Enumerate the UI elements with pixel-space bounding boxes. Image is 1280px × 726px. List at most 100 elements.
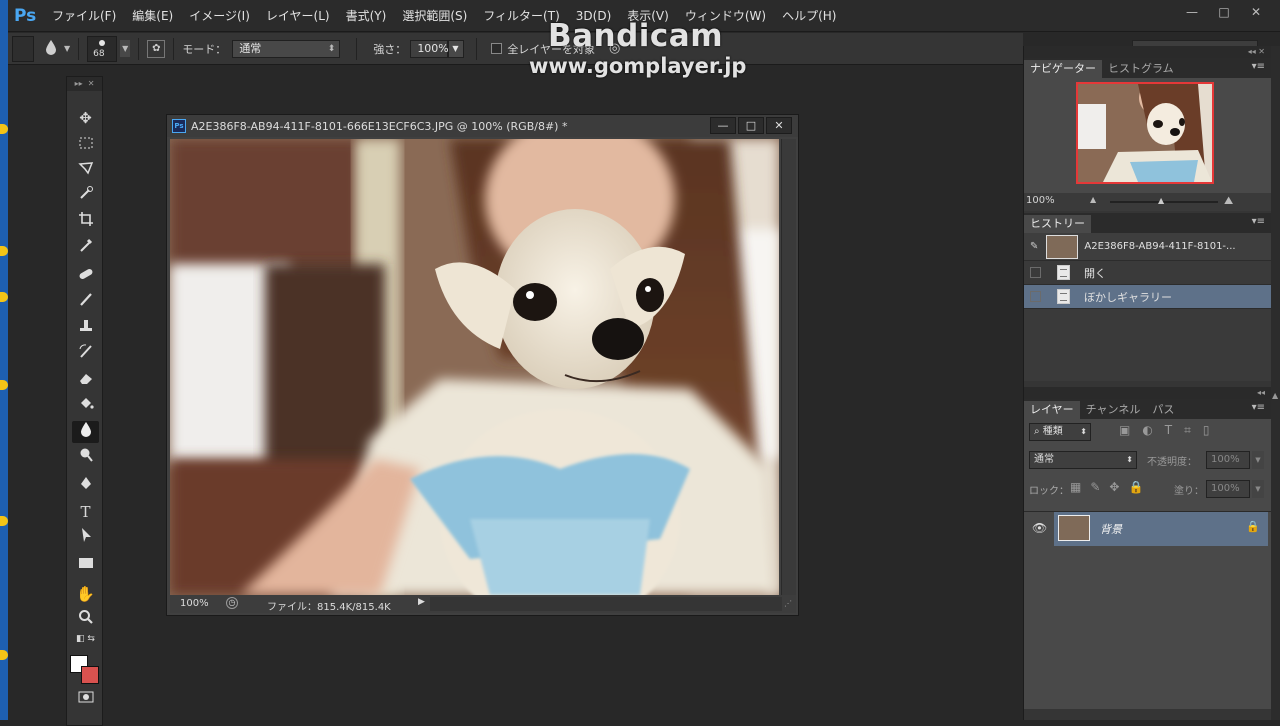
maximize-button[interactable]: □ — [1208, 3, 1240, 21]
doc-maximize-button[interactable]: □ — [738, 117, 764, 134]
menu-type[interactable]: 書式(Y) — [338, 7, 395, 24]
dodge-tool-icon[interactable] — [72, 447, 99, 469]
lasso-tool-icon[interactable] — [72, 159, 99, 181]
history-brush-source-box[interactable] — [1030, 291, 1041, 302]
path-selection-tool-icon[interactable] — [72, 527, 99, 549]
type-tool-icon[interactable]: T — [72, 501, 99, 523]
quick-mask-icon[interactable] — [72, 687, 99, 709]
eraser-tool-icon[interactable] — [72, 369, 99, 391]
brush-tool-icon[interactable] — [72, 291, 99, 313]
history-item[interactable]: 開く — [1024, 261, 1271, 285]
blur-tool-preset-icon[interactable] — [44, 39, 58, 59]
clone-stamp-tool-icon[interactable] — [72, 317, 99, 339]
doc-minimize-button[interactable]: — — [710, 117, 736, 134]
opacity-dropdown-arrow[interactable]: ▼ — [1252, 451, 1264, 469]
history-item-label: ぼかしギャラリー — [1084, 290, 1172, 304]
document-titlebar[interactable]: Ps A2E386F8-AB94-411F-8101-666E13ECF6C3.… — [167, 115, 798, 137]
history-brush-source-icon[interactable]: ✎ — [1030, 241, 1038, 252]
menu-layer[interactable]: レイヤー(L) — [258, 7, 338, 24]
lock-icons[interactable]: ▦✎✥🔒 — [1070, 480, 1152, 494]
layer-filter-icons[interactable]: ▣◐T⌗▯ — [1119, 423, 1222, 438]
history-brush-source-box[interactable] — [1030, 267, 1041, 278]
tab-navigator[interactable]: ナビゲーター — [1024, 60, 1102, 78]
quick-selection-tool-icon[interactable] — [72, 185, 99, 207]
history-snapshot-row[interactable]: ✎ A2E386F8-AB94-411F-8101-... — [1024, 233, 1271, 261]
layer-filter-select[interactable]: ⌕ 種類 ⬍ — [1029, 423, 1091, 441]
zoom-in-icon[interactable]: ⛰ — [1224, 194, 1233, 208]
crop-tool-icon[interactable] — [72, 211, 99, 233]
pen-tool-icon[interactable] — [72, 475, 99, 497]
opacity-label: 不透明度： — [1147, 457, 1197, 468]
brush-size-picker[interactable]: 68 — [87, 35, 118, 62]
mode-select[interactable]: 通常 ⬍ — [232, 39, 341, 58]
lock-label: ロック： — [1029, 486, 1069, 497]
scroll-up-icon[interactable]: ▲ — [1272, 391, 1278, 400]
brush-size-value: 68 — [93, 48, 105, 59]
strength-input[interactable]: 100% — [410, 39, 449, 58]
toolbox-header[interactable]: ▸▸ ✕ — [67, 77, 102, 91]
brush-size-dropdown-arrow[interactable]: ▼ — [120, 40, 131, 57]
paint-bucket-tool-icon[interactable] — [72, 395, 99, 417]
menu-image[interactable]: イメージ(I) — [181, 7, 258, 24]
menu-select[interactable]: 選択範囲(S) — [394, 7, 475, 24]
fill-dropdown-arrow[interactable]: ▼ — [1252, 480, 1264, 498]
history-brush-tool-icon[interactable] — [72, 343, 99, 365]
opacity-input[interactable]: 100% — [1206, 451, 1250, 469]
rectangle-tool-icon[interactable] — [72, 553, 99, 575]
fill-input[interactable]: 100% — [1206, 480, 1250, 498]
brush-panel-toggle-icon[interactable]: ✿ — [147, 39, 166, 58]
tab-histogram[interactable]: ヒストグラム — [1102, 60, 1180, 78]
marquee-tool-icon[interactable] — [72, 133, 99, 155]
default-colors-icon[interactable]: ◧ ⇆ — [72, 633, 99, 645]
layers-tabs: レイヤー チャンネル パス ▾≡ — [1024, 399, 1271, 419]
chevron-updown-icon: ⬍ — [1080, 427, 1087, 436]
all-layers-checkbox[interactable] — [491, 43, 503, 54]
layer-row-background[interactable]: 背景 🔒 — [1054, 512, 1268, 546]
move-tool-icon[interactable]: ✥ — [72, 107, 99, 129]
close-button[interactable]: ✕ — [1240, 3, 1272, 21]
menu-help[interactable]: ヘルプ(H) — [774, 7, 844, 24]
healing-brush-tool-icon[interactable] — [72, 265, 99, 287]
history-item-selected[interactable]: ぼかしギャラリー — [1024, 285, 1271, 309]
doc-close-button[interactable]: ✕ — [766, 117, 792, 134]
background-color-swatch[interactable] — [81, 666, 99, 684]
fill-label: 塗り： — [1174, 486, 1204, 497]
vertical-scrollbar[interactable] — [781, 139, 796, 595]
doc-info-icon[interactable]: ◷ — [226, 597, 238, 609]
blur-tool-icon[interactable] — [72, 421, 99, 443]
panel-menu-icon[interactable]: ▾≡ — [1252, 216, 1265, 227]
right-scroll-edge[interactable]: ▲ — [1271, 46, 1280, 720]
panel-menu-icon[interactable]: ▾≡ — [1252, 402, 1265, 413]
status-menu-arrow-icon[interactable]: ▶ — [418, 597, 425, 607]
menu-file[interactable]: ファイル(F) — [44, 7, 124, 24]
minimize-button[interactable]: — — [1176, 3, 1208, 21]
zoom-slider-thumb[interactable]: ▲ — [1158, 196, 1164, 205]
horizontal-scrollbar[interactable] — [430, 597, 782, 611]
resize-grip-icon[interactable]: ⋰ — [784, 599, 792, 608]
eye-icon[interactable]: 👁 — [1032, 521, 1047, 535]
zoom-out-icon[interactable]: ▲ — [1090, 195, 1096, 204]
image-canvas[interactable] — [170, 139, 779, 595]
desktop-icon-fragment — [0, 292, 8, 302]
menu-edit[interactable]: 編集(E) — [124, 7, 181, 24]
panel-menu-icon[interactable]: ▾≡ — [1252, 61, 1265, 72]
tab-history[interactable]: ヒストリー — [1024, 215, 1091, 233]
tab-layers[interactable]: レイヤー — [1024, 401, 1080, 419]
navigator-thumbnail[interactable] — [1076, 82, 1214, 184]
panel-collapse-bar[interactable]: ◂◂ ✕ — [1024, 46, 1271, 58]
options-bar: ▼ 68 ▼ ✿ モード： 通常 ⬍ 強さ： 100% ▼ 全レイヤーを対象 ◎ — [8, 33, 1023, 65]
document-window: Ps A2E386F8-AB94-411F-8101-666E13ECF6C3.… — [166, 114, 799, 616]
strength-dropdown-arrow[interactable]: ▼ — [448, 39, 465, 58]
zoom-level[interactable]: 100% — [180, 598, 209, 609]
zoom-tool-icon[interactable] — [72, 609, 99, 631]
panel-collapse-bar[interactable]: ◂◂ — [1024, 387, 1271, 399]
mode-value: 通常 — [239, 41, 262, 55]
desktop-icon-fragment — [0, 380, 8, 390]
blend-mode-select[interactable]: 通常 ⬍ — [1029, 451, 1137, 469]
file-size-info: ファイル：815.4K/815.4K — [267, 602, 391, 613]
eyedropper-tool-icon[interactable] — [72, 237, 99, 259]
hand-tool-icon[interactable]: ✋ — [72, 583, 99, 605]
tab-paths[interactable]: パス — [1146, 401, 1180, 419]
preset-dropdown-arrow[interactable]: ▼ — [64, 44, 70, 53]
tab-channels[interactable]: チャンネル — [1080, 401, 1147, 419]
